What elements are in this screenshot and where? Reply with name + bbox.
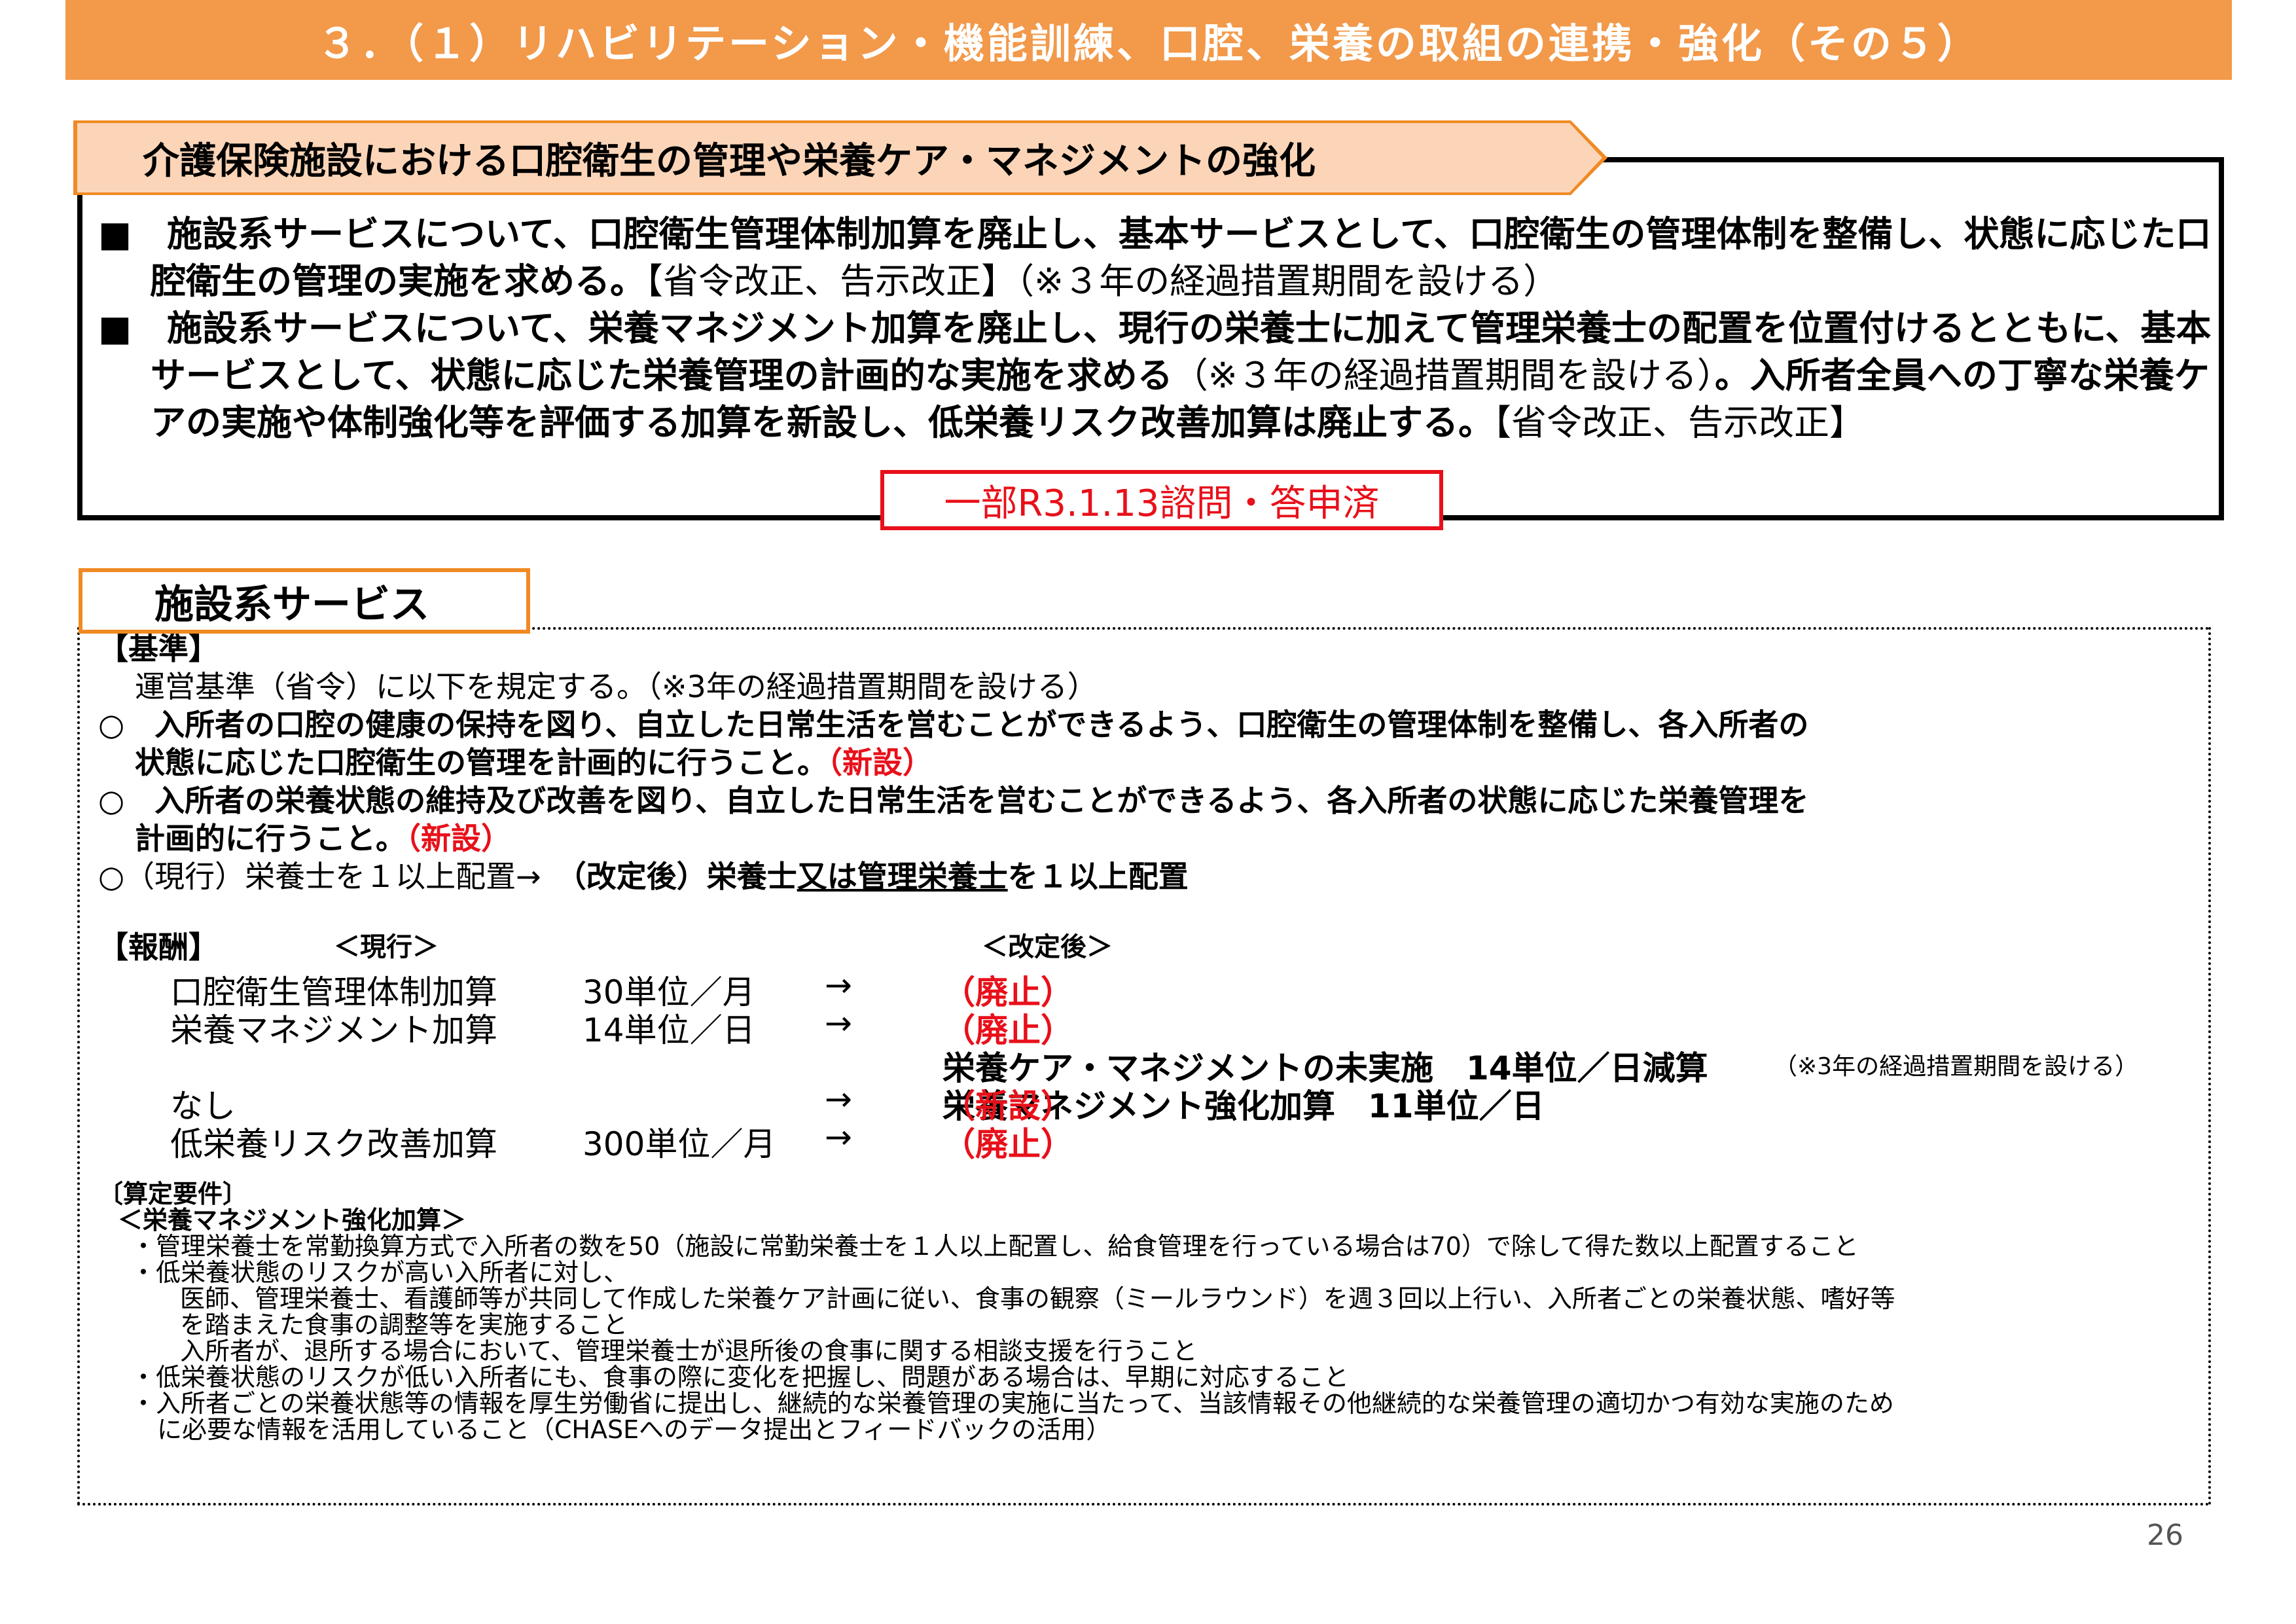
consultation-stamp: 一部R3.1.13諮問・答申済 [880,470,1443,530]
requirement-line: ・低栄養状態のリスクが低い入所者にも、食事の際に変化を把握し、問題がある場合は、… [131,1363,1349,1392]
standard-item-3: ○（現行）栄養士を１以上配置→ （改定後）栄養士又は管理栄養士を１以上配置 [98,857,2206,895]
new-tag: （新設） [406,821,511,856]
standard-item-3-prefix: ○（現行）栄養士を１以上配置→ [98,859,571,894]
standard-item-1: ○ 入所者の口腔の健康の保持を図り、自立した日常生活を営むことができるよう、口腔… [98,707,1809,742]
standard-item-1-text: 状態に応じた口腔衛生の管理を計画的に行うこと。 [135,745,827,780]
remuneration-row: 栄養マネジメント加算 14単位／日 → （廃止） [98,1004,2206,1049]
requirement-line: 入所者が、退所する場合において、管理栄養士が退所後の食事に関する相談支援を行うこ… [180,1337,1198,1365]
abolished-tag: （廃止） [942,1125,1073,1163]
summary-text: ■ 施設系サービスについて、口腔衛生管理体制加算を廃止し、基本サービスとして、口… [98,211,2212,446]
requirements-subheading: ＜栄養マネジメント強化加算＞ [118,1206,467,1235]
remuneration-header: 【報酬】 ＜現行＞ ＜改定後＞ [98,928,2206,966]
summary-paragraph-2: ■ 施設系サービスについて、栄養マネジメント加算を廃止し、現行の栄養士に加えて管… [98,305,2212,446]
arrow: → [825,1080,852,1118]
standard-item-2: ○ 入所者の栄養状態の維持及び改善を図り、自立した日常生活を営むことができるよう… [98,783,1809,818]
page-title: ３．（１）リハビリテーション・機能訓練、口腔、栄養の取組の連携・強化（その５） [65,0,2232,80]
arrow: → [825,1118,852,1156]
bullet: ■ [98,308,168,349]
bullet: ■ [98,213,168,255]
remuneration-row: 低栄養リスク改善加算 300単位／月 → （廃止） [98,1118,2206,1163]
arrow: → [825,966,852,1004]
standards-heading: 【基準】 [98,631,219,666]
requirement-line: ・低栄養状態のリスクが高い入所者に対し、 [131,1258,629,1287]
revised-label: ＜改定後＞ [982,932,1113,962]
summary-paragraph-1: ■ 施設系サービスについて、口腔衛生管理体制加算を廃止し、基本サービスとして、口… [98,211,2212,305]
page-number: 26 [2147,1519,2183,1552]
section-title: 介護保険施設における口腔衛生の管理や栄養ケア・マネジメントの強化 [77,123,1602,192]
remuneration-row: 栄養ケア・マネジメントの未実施 14単位／日減算 （※3年の経過措置期間を設ける… [98,1042,2206,1087]
facility-services-tab: 施設系サービス [79,568,530,634]
arrow: → [825,1004,852,1042]
current-label: ＜現行＞ [334,932,439,962]
requirement-line: 医師、管理栄養士、看護師等が共同して作成した栄養ケア計画に従い、食事の観察（ミー… [180,1284,1895,1313]
requirement-line: ・管理栄養士を常勤換算方式で入所者の数を50（施設に常勤栄養士を１人以上配置し、… [131,1232,1859,1261]
requirement-line: ・入所者ごとの栄養状態等の情報を厚生労働省に提出し、継続的な栄養管理の実施に当た… [131,1389,1894,1418]
summary-1-normal: 【省令改正、告示改正】（※３年の経過措置期間を設ける） [645,261,1559,302]
requirement-line: に必要な情報を活用していること（CHASEへのデータ提出とフィードバックの活用） [157,1415,1111,1444]
standard-item-3-after: （改定後）栄養士 [571,859,797,894]
standard-item-1-cont: 状態に応じた口腔衛生の管理を計画的に行うこと。（新設） [98,744,2206,782]
requirement-line: を踏まえた食事の調整等を実施すること [180,1310,628,1339]
remuneration-row: なし → 栄養マネジメント強化加算 11単位／日 （新設） [98,1080,2206,1125]
reduction-note: （※3年の経過措置期間を設ける） [1774,1053,2139,1080]
standard-item-2-text: 計画的に行うこと。 [135,821,406,856]
new-tag: （新設） [827,745,933,780]
detail-content: 【基準】 運営基準（省令）に以下を規定する。（※3年の経過措置期間を設ける） ○… [98,630,2206,1443]
requirements-heading: 〔算定要件〕 [98,1180,248,1208]
remuneration-heading: 【報酬】 [98,929,219,965]
standard-item-3-underlined: 又は管理栄養士 [797,859,1008,894]
standard-item-2-cont: 計画的に行うこと。（新設） [98,820,2206,857]
standard-item-3-suffix: を１以上配置 [1007,859,1189,894]
summary-2-normal-2: 【省令改正、告示改正】 [1494,402,1865,443]
standards-intro: 運営基準（省令）に以下を規定する。（※3年の経過措置期間を設ける） [135,669,1098,704]
addition-amount: 300単位／月 [583,1125,776,1163]
summary-2-normal: （※３年の経過措置期間を設ける） [1172,355,1715,396]
remuneration-row: 口腔衛生管理体制加算 30単位／月 → （廃止） [98,966,2206,1011]
addition-name: 低栄養リスク改善加算 [170,1125,497,1163]
